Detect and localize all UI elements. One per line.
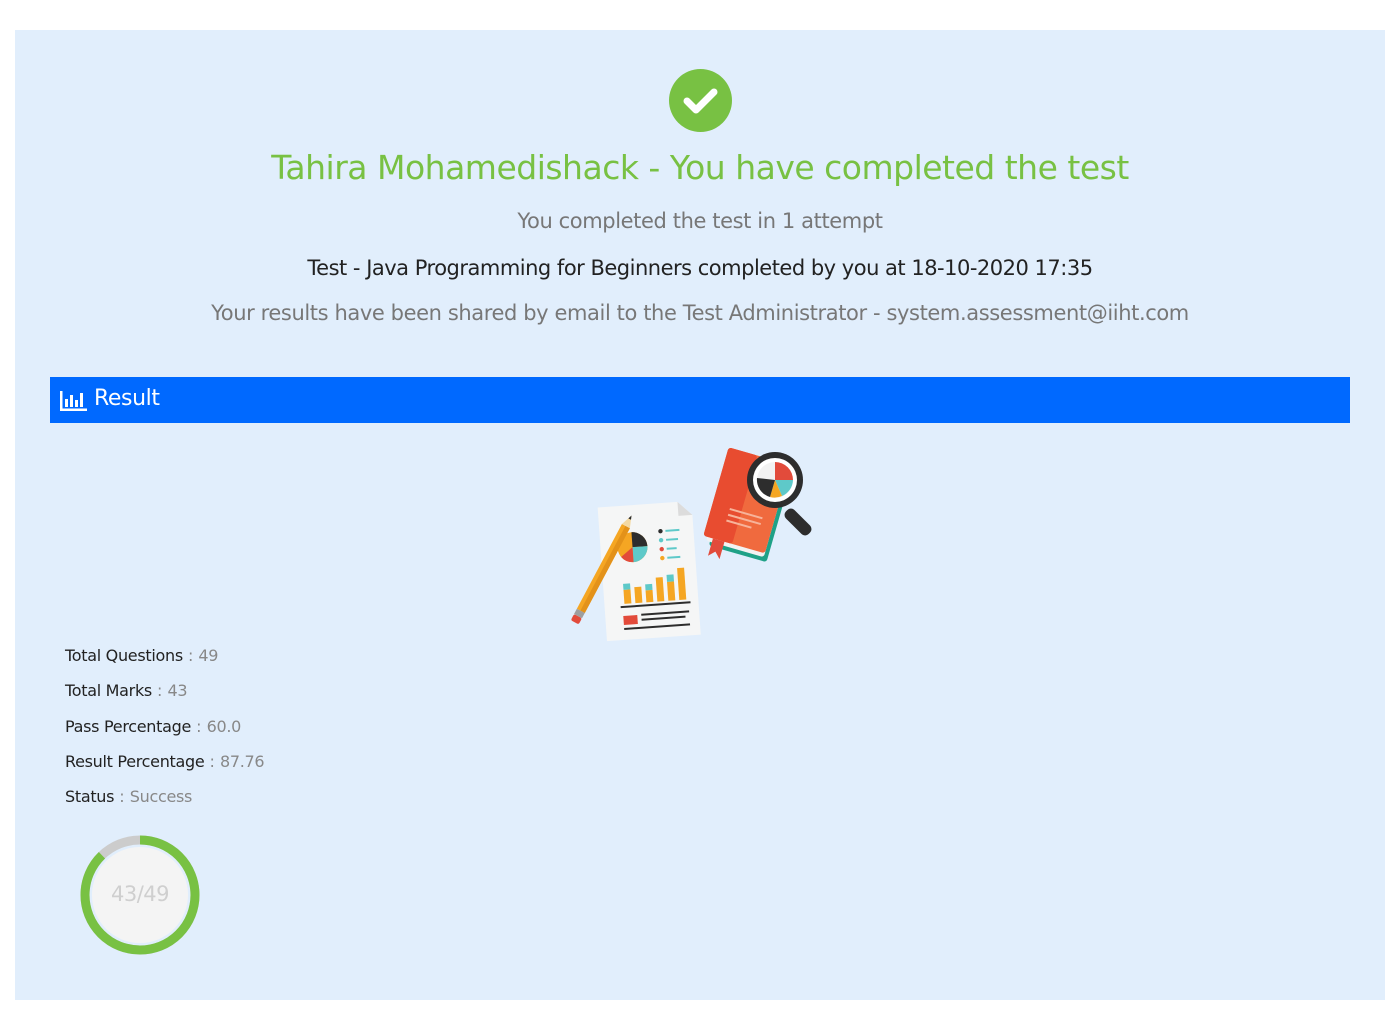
check-circle-icon [669,69,732,132]
bar-chart-icon [60,391,87,415]
stat-label: Status [65,787,115,807]
stat-label: Pass Percentage [65,716,192,736]
page-title: Tahira Mohamedishack - You have complete… [271,148,1129,187]
report-analysis-illustration [570,447,830,652]
stat-status: Status : Success [65,787,193,807]
stat-value: Success [129,787,193,807]
stat-pass-percentage: Pass Percentage : 60.0 [65,716,242,736]
stat-label: Total Marks [65,681,152,701]
stat-label: Total Questions [65,646,183,665]
stat-label: Result Percentage [65,751,205,771]
result-stats: Total Questions : 49 Total Marks : 43 Pa… [65,645,265,821]
score-progress-ring: 43/49 [80,835,200,955]
test-completion-info: Test - Java Programming for Beginners co… [307,256,1093,280]
attempt-info: You completed the test in 1 attempt [517,209,883,233]
result-section-header: Result [50,377,1350,423]
stat-result-percentage: Result Percentage : 87.76 [65,751,265,771]
stat-value: 60.0 [206,716,242,736]
result-heading: Result [94,386,160,411]
stat-value: 49 [198,646,219,665]
stat-value: 87.76 [220,751,265,771]
results-shared-info: Your results have been shared by email t… [211,301,1189,325]
score-text: 43/49 [110,882,170,906]
stat-total-questions: Total Questions : 49 [65,646,219,665]
stat-total-marks: Total Marks : 43 [65,681,188,701]
stat-value: 43 [167,681,188,701]
